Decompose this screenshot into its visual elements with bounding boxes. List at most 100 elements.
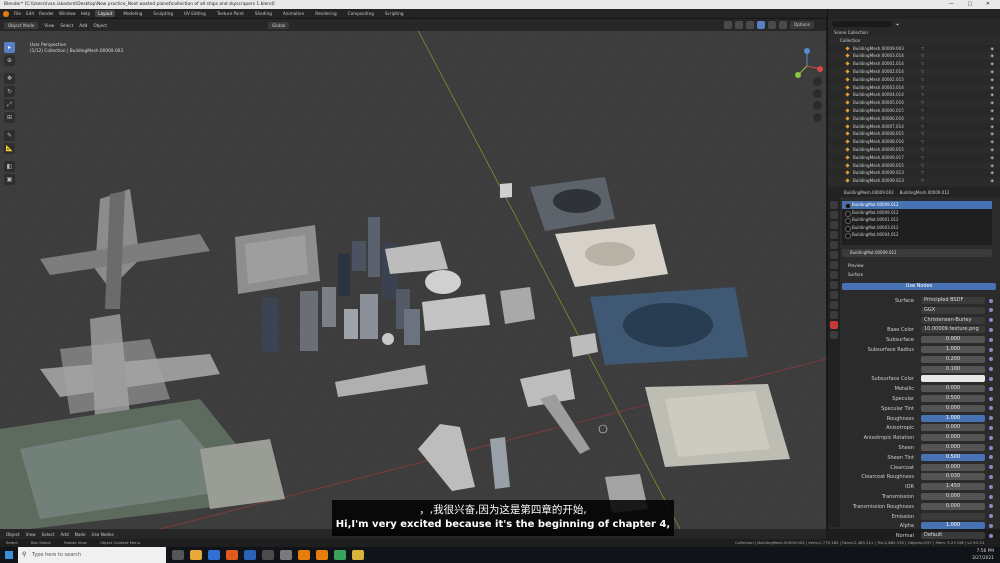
visibility-eye-icon[interactable]: ◉ [990, 146, 994, 154]
property-value-field[interactable]: 0.000 [921, 463, 985, 471]
property-value-field[interactable]: 0.000 [921, 385, 985, 393]
app-icon[interactable] [334, 550, 346, 560]
visibility-eye-icon[interactable]: ◉ [990, 68, 994, 76]
file-explorer-icon[interactable] [190, 550, 202, 560]
visibility-eye-icon[interactable]: ◉ [990, 130, 994, 138]
footer-add[interactable]: Add [61, 532, 69, 537]
property-value-field[interactable]: 0.000 [921, 336, 985, 344]
keyframe-dot-icon[interactable] [989, 416, 993, 421]
visibility-eye-icon[interactable]: ◉ [990, 154, 994, 162]
task-view-icon[interactable] [172, 550, 184, 560]
material-slot[interactable]: BuildingMat.00009.012 [842, 201, 992, 209]
keyframe-dot-icon[interactable] [989, 367, 993, 372]
keyframe-dot-icon[interactable] [989, 337, 993, 342]
tab-sculpting[interactable]: Sculpting [150, 10, 176, 17]
keyframe-dot-icon[interactable] [989, 386, 993, 391]
transform-tool-icon[interactable]: ⊞ [4, 112, 15, 123]
keyframe-dot-icon[interactable] [989, 357, 993, 362]
menu-edit[interactable]: Edit [26, 11, 34, 16]
keyframe-dot-icon[interactable] [989, 425, 993, 430]
collection-row[interactable]: Collection [828, 36, 1000, 45]
z-axis-icon[interactable] [804, 48, 810, 54]
tab-texture-paint[interactable]: Texture Paint [214, 10, 247, 17]
3d-viewport[interactable]: Object Mode View Select Add Object Globa… [0, 19, 826, 529]
viewport-menu-view[interactable]: View [44, 23, 54, 28]
move-tool-icon[interactable]: ✥ [4, 73, 15, 84]
keyframe-dot-icon[interactable] [989, 474, 993, 479]
photoshop-icon[interactable] [244, 550, 256, 560]
scene-collection-row[interactable]: Scene Collection [828, 29, 1000, 37]
keyframe-dot-icon[interactable] [989, 435, 993, 440]
cursor-tool-icon[interactable]: ⊕ [4, 55, 15, 66]
outliner-item[interactable]: BuildingMesh.00009.013 ▽ ◉ [828, 169, 1000, 177]
keyframe-dot-icon[interactable] [989, 504, 993, 509]
tab-scripting[interactable]: Scripting [382, 10, 407, 17]
outliner-item[interactable]: BuildingMesh.00002.014 ▽ ◉ [828, 67, 1000, 76]
visibility-eye-icon[interactable]: ◉ [990, 123, 994, 131]
keyframe-dot-icon[interactable] [989, 465, 993, 470]
outliner-item[interactable]: BuildingMesh.00001.014 ▽ ◉ [828, 60, 1000, 68]
keyframe-dot-icon[interactable] [989, 327, 993, 332]
overlay-icon[interactable] [723, 21, 732, 29]
viewport-menu-object[interactable]: Object [93, 23, 107, 28]
scale-tool-icon[interactable]: ⤢ [4, 99, 15, 110]
filter-icon[interactable]: ⏷ [896, 22, 899, 27]
camera-view-icon[interactable] [813, 101, 822, 110]
property-value-field[interactable]: 0.030 [921, 473, 985, 481]
property-value-field[interactable]: 0.500 [921, 395, 985, 402]
blender-logo-icon[interactable] [3, 10, 9, 17]
app-icon[interactable] [352, 550, 364, 560]
annotate-tool-icon[interactable]: ✎ [4, 130, 15, 141]
scene-tab-icon[interactable] [830, 241, 838, 249]
property-value-field[interactable]: 0.100 [921, 365, 985, 373]
tab-compositing[interactable]: Compositing [345, 10, 377, 17]
visibility-eye-icon[interactable]: ◉ [990, 76, 994, 84]
visibility-eye-icon[interactable]: ◉ [990, 162, 994, 170]
keyframe-dot-icon[interactable] [989, 455, 993, 460]
use-nodes-button[interactable]: Use Nodes [842, 283, 996, 290]
property-value-field[interactable]: 1.000 [921, 414, 985, 422]
window-controls[interactable]: — ▢ ✕ [949, 0, 996, 9]
visibility-eye-icon[interactable]: ◉ [990, 60, 994, 68]
tab-modeling[interactable]: Modeling [120, 10, 145, 17]
keyframe-dot-icon[interactable] [989, 494, 993, 499]
select-tool-icon[interactable]: ▸ [4, 42, 15, 53]
viewport-menu-add[interactable]: Add [79, 23, 87, 28]
property-value-field[interactable] [921, 512, 985, 520]
taskbar-search-input[interactable]: Type here to search [18, 547, 166, 563]
tab-uv-editing[interactable]: UV Editing [181, 10, 209, 17]
outliner-item[interactable]: BuildingMesh.00008.016 ▽ ◉ [828, 138, 1000, 146]
keyframe-dot-icon[interactable] [989, 298, 993, 303]
tab-shading[interactable]: Shading [252, 10, 275, 17]
outliner-item[interactable]: BuildingMesh.00009.015 ▽ ◉ [828, 161, 1000, 170]
footer-view[interactable]: View [26, 532, 36, 537]
keyframe-dot-icon[interactable] [989, 308, 993, 313]
material-name-field[interactable]: BuildingMat.00009.012 [842, 249, 992, 257]
visibility-eye-icon[interactable]: ◉ [990, 52, 994, 60]
keyframe-dot-icon[interactable] [989, 376, 993, 381]
app-icon[interactable] [280, 550, 292, 560]
firefox-icon[interactable] [226, 550, 238, 560]
outliner-search-input[interactable] [832, 21, 892, 27]
outliner-item[interactable]: BuildingMesh.00007.014 ▽ ◉ [828, 123, 1000, 131]
property-value-field[interactable]: 0.000 [921, 444, 985, 451]
surface-section[interactable]: Surface [842, 271, 1000, 279]
outliner-item[interactable]: BuildingMesh.00009.003 ▽ ◉ [828, 45, 1000, 53]
edge-browser-icon[interactable] [208, 550, 220, 560]
property-value-field[interactable]: GGX [921, 306, 985, 314]
add-cube-tool-icon[interactable]: ◧ [4, 161, 15, 172]
menu-render[interactable]: Render [39, 11, 54, 16]
visibility-eye-icon[interactable]: ◉ [990, 45, 994, 53]
visibility-eye-icon[interactable]: ◉ [990, 115, 994, 123]
tool-tab-icon[interactable] [830, 201, 838, 209]
outliner-item[interactable]: BuildingMesh.00009.017 ▽ ◉ [828, 154, 1000, 162]
keyframe-dot-icon[interactable] [989, 396, 993, 401]
property-value-field[interactable]: 0.500 [921, 453, 985, 461]
options-button[interactable]: Options [789, 21, 814, 29]
xray-icon[interactable] [734, 21, 743, 29]
object-tab-icon[interactable] [830, 261, 838, 269]
material-slot[interactable]: BuildingMat.00009.012 [842, 209, 992, 217]
footer-select[interactable]: Select [42, 532, 55, 537]
preview-section[interactable]: Preview [842, 262, 1000, 270]
visibility-eye-icon[interactable]: ◉ [990, 84, 994, 92]
